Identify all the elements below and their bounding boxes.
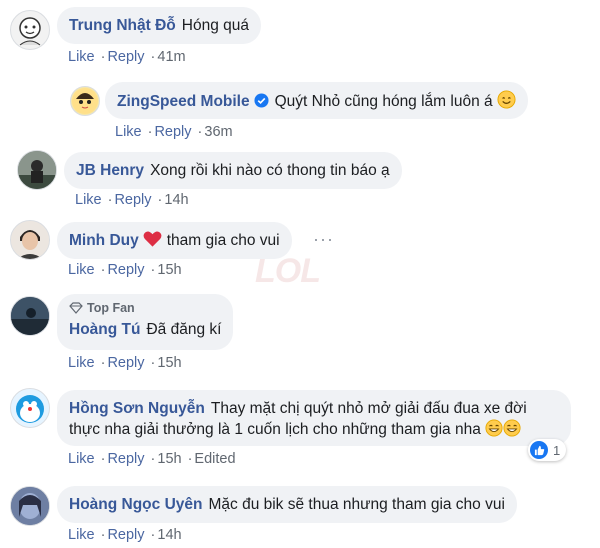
comment-bubble: Trung Nhật Đỗ Hóng quá <box>57 7 262 44</box>
comment-actions: Like · Reply · 15h · Edited <box>68 451 236 467</box>
reply-link[interactable]: Reply <box>114 192 151 208</box>
more-options-icon[interactable]: ··· <box>313 229 334 250</box>
comment-author[interactable]: Hoàng Ngọc Uyên <box>69 496 202 513</box>
comment-actions: Like · Reply · 14h <box>68 527 182 543</box>
comment-actions: Like · Reply · 41m <box>68 49 186 65</box>
comment-text: Quýt Nhỏ cũng hóng lắm luôn á <box>274 93 493 110</box>
comment-bubble: Hồng Sơn Nguyễn Thay mặt chị quýt nhỏ mở … <box>57 390 571 446</box>
timestamp[interactable]: 14h <box>157 527 181 543</box>
comment-bubble: Hoàng Ngọc Uyên Mặc đu bik sẽ thua nhưng … <box>57 486 517 523</box>
reply-link[interactable]: Reply <box>107 355 144 371</box>
comment-author[interactable]: Minh Duy <box>69 232 139 249</box>
comment-text: Hóng quá <box>181 17 250 34</box>
timestamp[interactable]: 36m <box>204 124 232 140</box>
comment-text: Xong rồi khi nào có thong tin báo ạ <box>150 162 390 179</box>
timestamp[interactable]: 15h <box>157 451 181 467</box>
comment-text: Đã đăng kí <box>146 321 222 338</box>
verified-badge-icon <box>254 93 269 114</box>
grinning-face-icon <box>485 419 503 443</box>
top-fan-badge: Top Fan <box>69 300 221 318</box>
like-link[interactable]: Like <box>68 355 95 371</box>
comment-text: Thay mặt chị quýt nhỏ mở giải đấu đua xe… <box>210 400 527 417</box>
smiling-face-icon <box>497 90 516 115</box>
comment-bubble: ZingSpeed Mobile Quýt Nhỏ cũng hóng lắm l… <box>105 82 528 119</box>
comment-actions: Like · Reply · 14h <box>75 192 189 208</box>
reply-link[interactable]: Reply <box>107 49 144 65</box>
comment-author[interactable]: Hoàng Tú <box>69 321 140 338</box>
comment-author[interactable]: Trung Nhật Đỗ <box>69 17 176 34</box>
reply-link[interactable]: Reply <box>107 262 144 278</box>
comment-actions: Like · Reply · 15h <box>68 355 182 371</box>
reaction-count: 1 <box>553 442 561 458</box>
comment-author[interactable]: ZingSpeed Mobile <box>117 93 250 110</box>
edited-label[interactable]: Edited <box>194 451 235 467</box>
comment-text: Mặc đu bik sẽ thua nhưng tham gia cho vu… <box>208 496 505 513</box>
timestamp[interactable]: 15h <box>157 262 181 278</box>
comment-text: thực nha giải thưởng là 1 cuốn lịch cho … <box>69 421 481 438</box>
avatar[interactable] <box>10 220 50 260</box>
like-link[interactable]: Like <box>115 124 142 140</box>
thumbs-up-icon <box>530 441 548 459</box>
avatar[interactable] <box>10 296 50 336</box>
avatar[interactable] <box>10 10 50 50</box>
comment-bubble: Top Fan Hoàng Tú Đã đăng kí <box>57 294 234 350</box>
reply-link[interactable]: Reply <box>107 451 144 467</box>
like-link[interactable]: Like <box>68 49 95 65</box>
timestamp[interactable]: 15h <box>157 355 181 371</box>
like-link[interactable]: Like <box>68 451 95 467</box>
grinning-face-icon <box>503 419 521 443</box>
like-link[interactable]: Like <box>68 527 95 543</box>
comment-author[interactable]: JB Henry <box>76 162 144 179</box>
diamond-icon <box>69 302 83 318</box>
avatar[interactable] <box>17 150 57 190</box>
avatar[interactable] <box>70 86 100 116</box>
comment-actions: Like · Reply · 15h <box>68 262 182 278</box>
reaction-badge[interactable]: 1 <box>528 439 567 461</box>
timestamp[interactable]: 14h <box>164 192 188 208</box>
like-link[interactable]: Like <box>75 192 102 208</box>
like-link[interactable]: Like <box>68 262 95 278</box>
comment-bubble: Minh Duy tham gia cho vui <box>57 222 292 259</box>
comment-text: tham gia cho vui <box>166 232 280 249</box>
comment-actions: Like · Reply · 36m <box>115 124 233 140</box>
comment-author[interactable]: Hồng Sơn Nguyễn <box>69 400 205 417</box>
reply-link[interactable]: Reply <box>154 124 191 140</box>
reply-link[interactable]: Reply <box>107 527 144 543</box>
avatar[interactable] <box>10 486 50 526</box>
comment-bubble: JB Henry Xong rồi khi nào có thong tin bá… <box>64 152 402 189</box>
timestamp[interactable]: 41m <box>157 49 185 65</box>
avatar[interactable] <box>10 388 50 428</box>
red-heart-icon <box>143 230 162 254</box>
